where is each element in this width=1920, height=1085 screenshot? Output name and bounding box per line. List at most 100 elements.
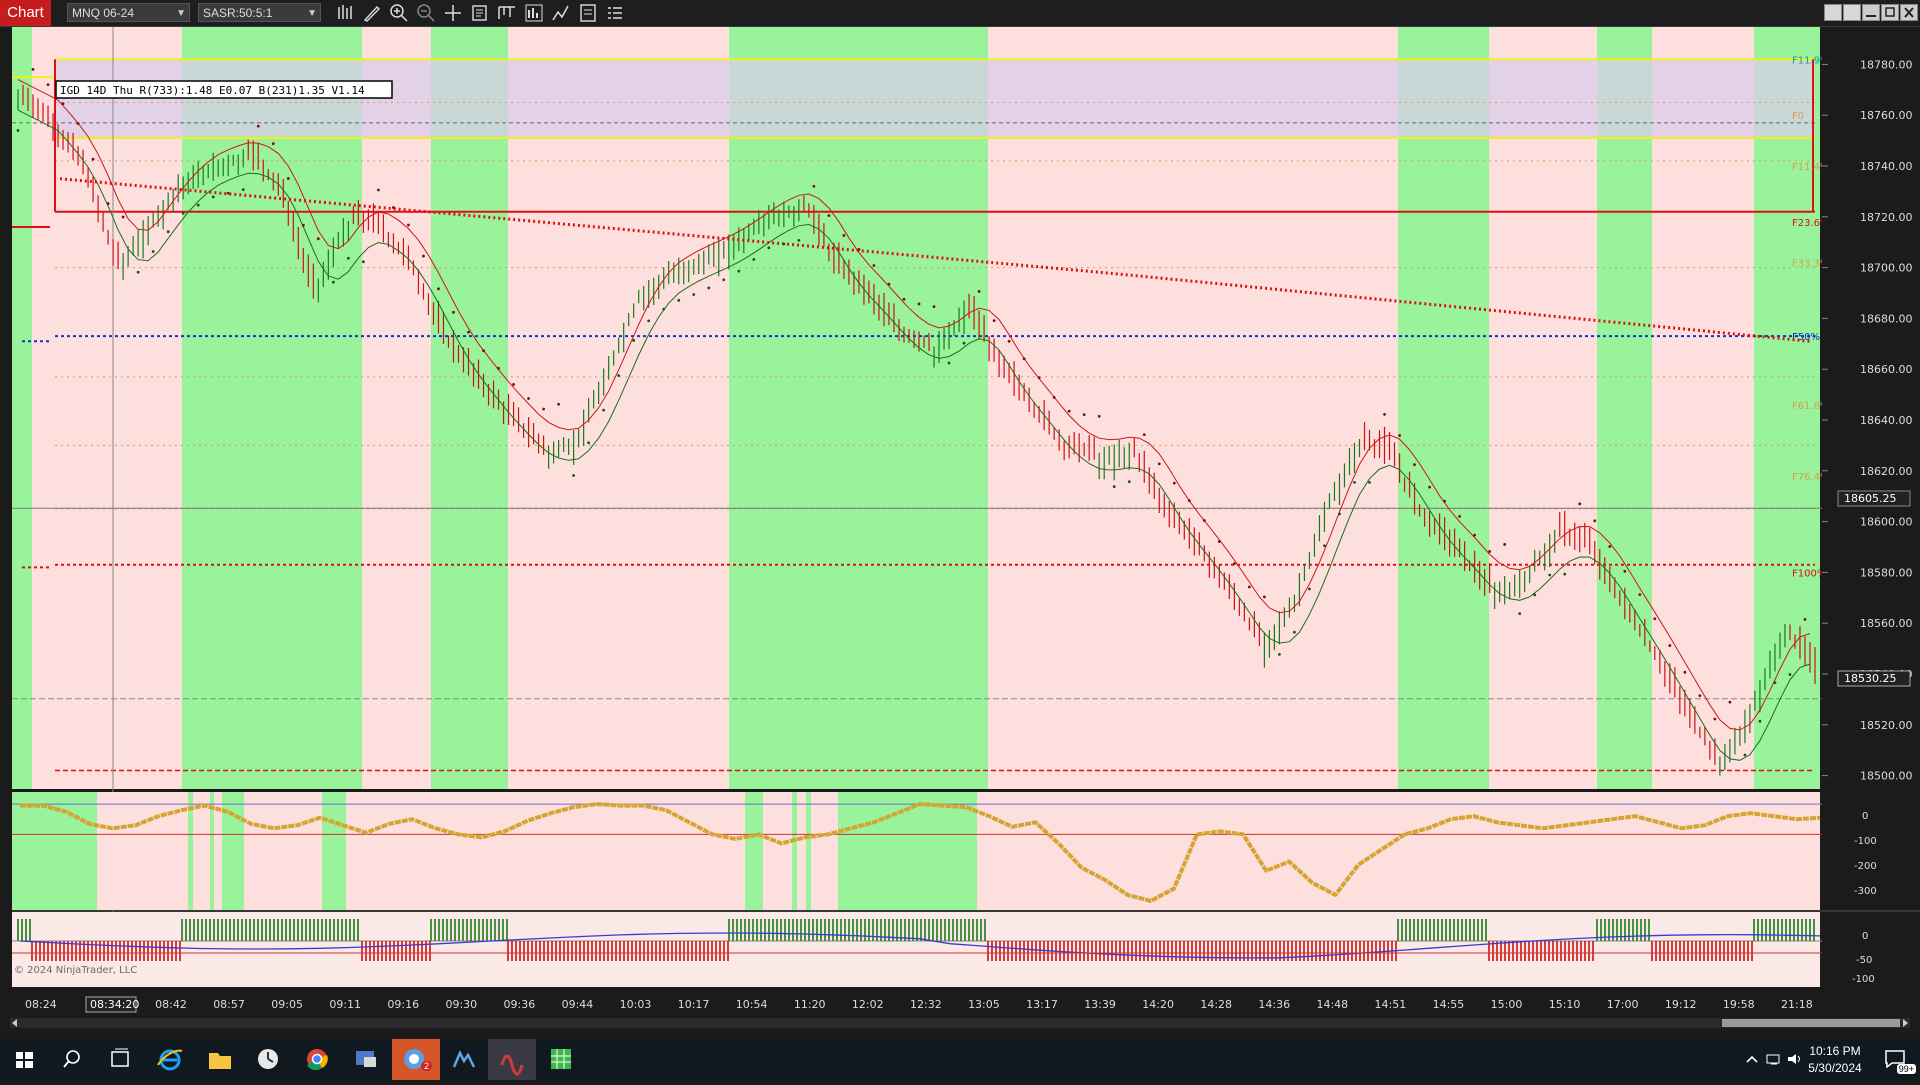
sar-dot [271, 142, 275, 146]
ninjatrader-icon[interactable] [440, 1039, 488, 1080]
sar-dot [977, 290, 981, 293]
time-label: 14:51 [1375, 998, 1407, 1011]
maximize-button[interactable] [1881, 4, 1899, 21]
sar-dot [1668, 644, 1672, 647]
scrollbar-thumb[interactable] [1722, 1019, 1900, 1027]
notification-count: 99+ [1896, 1064, 1916, 1074]
windows-start-icon[interactable] [0, 1039, 48, 1080]
spreadsheet-icon[interactable] [537, 1039, 585, 1080]
bullish-zone [729, 27, 988, 789]
tile-left-button[interactable] [1824, 4, 1842, 21]
sar-dot [1172, 481, 1176, 485]
info-box-text: IGD 14D Thu R(733):1.48 E0.07 B(231)1.35… [60, 84, 365, 97]
crosshair-icon[interactable] [442, 2, 464, 24]
strategies-icon[interactable] [550, 2, 572, 24]
zoom-out-icon[interactable] [415, 2, 437, 24]
chrome-icon[interactable] [293, 1039, 341, 1080]
sar-dot [1533, 593, 1537, 597]
sar-dot [1157, 462, 1161, 466]
time-label: 13:17 [1026, 998, 1058, 1011]
sar-dot [962, 341, 966, 345]
time-label: 14:20 [1142, 998, 1174, 1011]
chart-panel[interactable]: F11.9%F0F11.4%F23.6%F33.3%F50%F61.8%F76.… [0, 27, 1920, 1039]
sar-dot [1262, 595, 1266, 599]
title-bar: Chart MNQ 06-24 ▼ SASR:50:5:1 ▼ [0, 0, 1920, 27]
notification-center[interactable]: 99+ [1884, 1048, 1916, 1074]
sar-dot [121, 215, 125, 219]
sar-dot [542, 407, 545, 411]
network-app-icon[interactable] [342, 1039, 390, 1080]
data-box-icon[interactable] [469, 2, 491, 24]
tile-right-button[interactable] [1843, 4, 1861, 21]
fib-label: F0 [1792, 111, 1804, 122]
chart-menu-button[interactable]: Chart [0, 0, 51, 26]
clock-app-icon[interactable] [244, 1039, 292, 1080]
time-label: 19:58 [1723, 998, 1755, 1011]
sar-dot [256, 124, 260, 128]
file-explorer-icon[interactable] [196, 1039, 244, 1080]
sar-dot [1368, 480, 1371, 484]
time-label: 09:11 [329, 998, 361, 1011]
network-icon[interactable] [1765, 1051, 1783, 1067]
chrome-badge-count: 2 [421, 1061, 433, 1071]
close-button[interactable] [1900, 4, 1918, 21]
time-label: 10:54 [736, 998, 768, 1011]
zoom-in-icon[interactable] [388, 2, 410, 24]
vol-axis-label: 0 [1862, 931, 1868, 942]
oscillator-zone [745, 792, 763, 910]
sar-dot [857, 248, 861, 251]
time-label: 12:02 [852, 998, 884, 1011]
sar-dot [422, 254, 425, 258]
sar-dot [1443, 499, 1446, 503]
bar-type-value: SASR:50:5:1 [203, 6, 273, 20]
sar-dot [91, 157, 95, 161]
task-view-icon[interactable] [96, 1039, 144, 1080]
internet-explorer-icon[interactable] [146, 1039, 194, 1080]
draw-icon[interactable] [361, 2, 383, 24]
minimize-button[interactable] [1862, 4, 1880, 21]
instrument-selector[interactable]: MNQ 06-24 ▼ [67, 3, 190, 22]
volume-panel [12, 912, 1822, 987]
sar-dot [512, 383, 515, 386]
search-icon[interactable] [48, 1039, 96, 1080]
ninja-chart-tile[interactable] [488, 1039, 536, 1080]
time-label: 09:05 [271, 998, 303, 1011]
sar-dot [662, 307, 666, 311]
chevron-up-icon[interactable] [1744, 1051, 1760, 1067]
price-label: 18680.00 [1860, 312, 1913, 325]
sar-dot [452, 310, 455, 314]
sar-dot [1112, 485, 1116, 489]
chart-trader-icon[interactable] [577, 2, 599, 24]
sar-dot [1202, 519, 1206, 522]
bar-type-selector[interactable]: SASR:50:5:1 ▼ [198, 3, 321, 22]
session-zones [12, 27, 1820, 789]
sar-dot [752, 258, 756, 261]
sar-dot [31, 68, 35, 71]
time-axis [0, 987, 1920, 1039]
sar-dot [16, 129, 20, 132]
sar-dot [226, 191, 230, 195]
more-icon[interactable] [604, 2, 626, 24]
price-label: 18620.00 [1860, 465, 1913, 478]
sar-dot [887, 282, 891, 286]
chevron-down-icon: ▼ [307, 8, 317, 19]
sar-dot [1293, 630, 1296, 634]
bullish-zone [431, 27, 508, 789]
browser-badge-tile[interactable]: 2 [392, 1039, 440, 1080]
sar-dot [1758, 719, 1762, 723]
sar-dot [316, 237, 320, 241]
time-label: 10:17 [678, 998, 710, 1011]
sar-dot [241, 188, 245, 192]
properties-icon[interactable] [496, 2, 518, 24]
sar-dot [1022, 357, 1026, 361]
time-label: 08:57 [213, 998, 245, 1011]
bar-style-icon[interactable] [334, 2, 356, 24]
indicators-icon[interactable] [523, 2, 545, 24]
sar-dot [1728, 700, 1732, 704]
sar-dot [196, 203, 200, 207]
horizontal-scrollbar[interactable] [10, 1018, 1910, 1028]
sar-dot [1488, 550, 1492, 553]
system-clock[interactable]: 10:16 PM 5/30/2024 [1800, 1043, 1870, 1077]
sar-dot [917, 302, 921, 306]
oscillator-zone [838, 792, 842, 910]
